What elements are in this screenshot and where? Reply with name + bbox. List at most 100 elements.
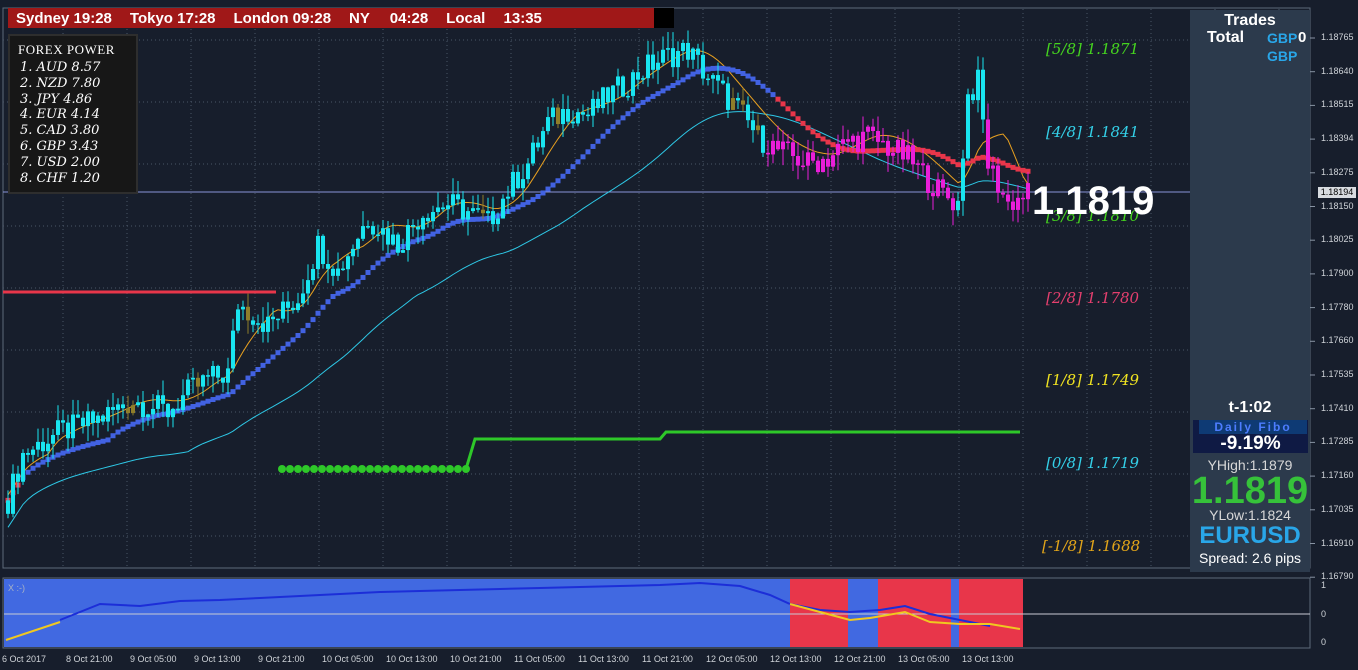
candle-body — [891, 152, 895, 156]
candle-body — [661, 49, 665, 63]
candlesticks — [6, 30, 1030, 519]
trend-ma-dot — [475, 216, 481, 222]
candle-body — [231, 330, 235, 369]
candle-body — [296, 303, 300, 311]
candle-body — [601, 87, 605, 109]
trend-ma-dot — [1000, 160, 1006, 166]
trend-ma-dot — [1010, 164, 1016, 170]
support-dot — [454, 465, 462, 473]
support-dot — [398, 465, 406, 473]
trend-ma-dot — [410, 239, 416, 245]
trend-ma-dot — [265, 358, 271, 364]
trend-ma-dot — [125, 424, 131, 430]
trend-ma-dot — [685, 74, 691, 80]
candle-body — [501, 198, 505, 219]
trend-ma-dot — [600, 133, 606, 139]
support-dot — [358, 465, 366, 473]
candle-body — [121, 404, 125, 409]
candle-body — [76, 414, 80, 418]
candle-body — [216, 365, 220, 378]
time-axis-label: 10 Oct 21:00 — [450, 654, 502, 664]
trend-ma-dot — [235, 384, 241, 390]
support-dot — [326, 465, 334, 473]
trend-ma-dot — [635, 103, 641, 109]
support-dot — [302, 465, 310, 473]
price-axis-label: 1.18025 — [1321, 234, 1354, 245]
candle-body — [111, 407, 115, 410]
candle-body — [996, 165, 1000, 193]
support-dot — [342, 465, 350, 473]
candle-body — [911, 145, 915, 165]
candle-body — [106, 407, 110, 422]
time-axis-label: 12 Oct 13:00 — [770, 654, 822, 664]
candle-body — [491, 211, 495, 225]
trend-ma-dot — [915, 147, 921, 153]
trend-ma-dot — [580, 154, 586, 160]
candle-body — [731, 98, 735, 110]
candle-body — [676, 50, 680, 68]
candle-body — [871, 126, 875, 132]
candle-body — [521, 179, 525, 189]
candle-body — [511, 171, 515, 197]
candle-body — [966, 94, 970, 159]
trend-ma-dot — [315, 310, 321, 316]
time-axis-label: 6 Oct 2017 — [2, 654, 47, 664]
trend-ma-dot — [930, 150, 936, 156]
trend-ma-dot — [370, 265, 376, 271]
candle-body — [611, 85, 615, 103]
trend-ma-dot — [570, 164, 576, 170]
support-dot — [366, 465, 374, 473]
candle-body — [896, 139, 900, 153]
candle-body — [681, 42, 685, 51]
trend-ma-dot — [450, 220, 456, 226]
price-axis-label: 1.18515 — [1321, 99, 1354, 110]
trend-ma-dot — [535, 193, 541, 199]
candle-body — [396, 234, 400, 253]
candle-body — [796, 156, 800, 166]
candle-body — [326, 264, 330, 269]
candle-body — [576, 112, 580, 124]
support-dot — [446, 465, 454, 473]
candle-body — [261, 323, 265, 332]
candle-body — [981, 69, 985, 120]
trend-ma-dot — [250, 371, 256, 377]
trend-ma-dot — [260, 362, 266, 368]
price-axis-label: 1.17900 — [1321, 267, 1354, 278]
candle-body — [61, 420, 65, 423]
candle-body — [621, 76, 625, 97]
trend-ma-dot — [940, 153, 946, 159]
candle-body — [581, 112, 585, 115]
candle-body — [671, 48, 675, 68]
trend-ma-dot — [740, 70, 746, 76]
time-axis-label: 10 Oct 05:00 — [322, 654, 374, 664]
candle-body — [706, 78, 710, 81]
price-chart[interactable] — [0, 0, 1358, 670]
trend-ma-dot — [815, 133, 821, 139]
price-axis-label: 1.18150 — [1321, 200, 1354, 211]
support-dot — [374, 465, 382, 473]
candle-body — [336, 268, 340, 276]
candle-body — [306, 280, 310, 294]
trend-ma-dot — [195, 402, 201, 408]
candle-body — [271, 316, 275, 320]
candle-body — [51, 434, 55, 444]
trend-ma-dot — [1005, 162, 1011, 168]
candle-body — [481, 209, 485, 214]
price-axis-label: 1.17660 — [1321, 335, 1354, 346]
trend-ma-dot — [750, 76, 756, 82]
candle-body — [6, 500, 10, 514]
candle-body — [876, 131, 880, 142]
session-bar-end — [654, 8, 674, 28]
candle-body — [886, 140, 890, 156]
candle-body — [476, 208, 480, 210]
candle-body — [256, 323, 260, 325]
session-clock-bar: Sydney 19:28 Tokyo 17:28 London 09:28 NY… — [8, 8, 654, 28]
trend-ma-dot — [965, 160, 971, 166]
candle-body — [301, 293, 305, 304]
candle-body — [31, 449, 35, 455]
candle-body — [176, 408, 180, 411]
candle-body — [461, 199, 465, 220]
trend-ma-dot — [560, 173, 566, 179]
indicator-lines — [5, 50, 1031, 528]
candle-body — [836, 143, 840, 156]
